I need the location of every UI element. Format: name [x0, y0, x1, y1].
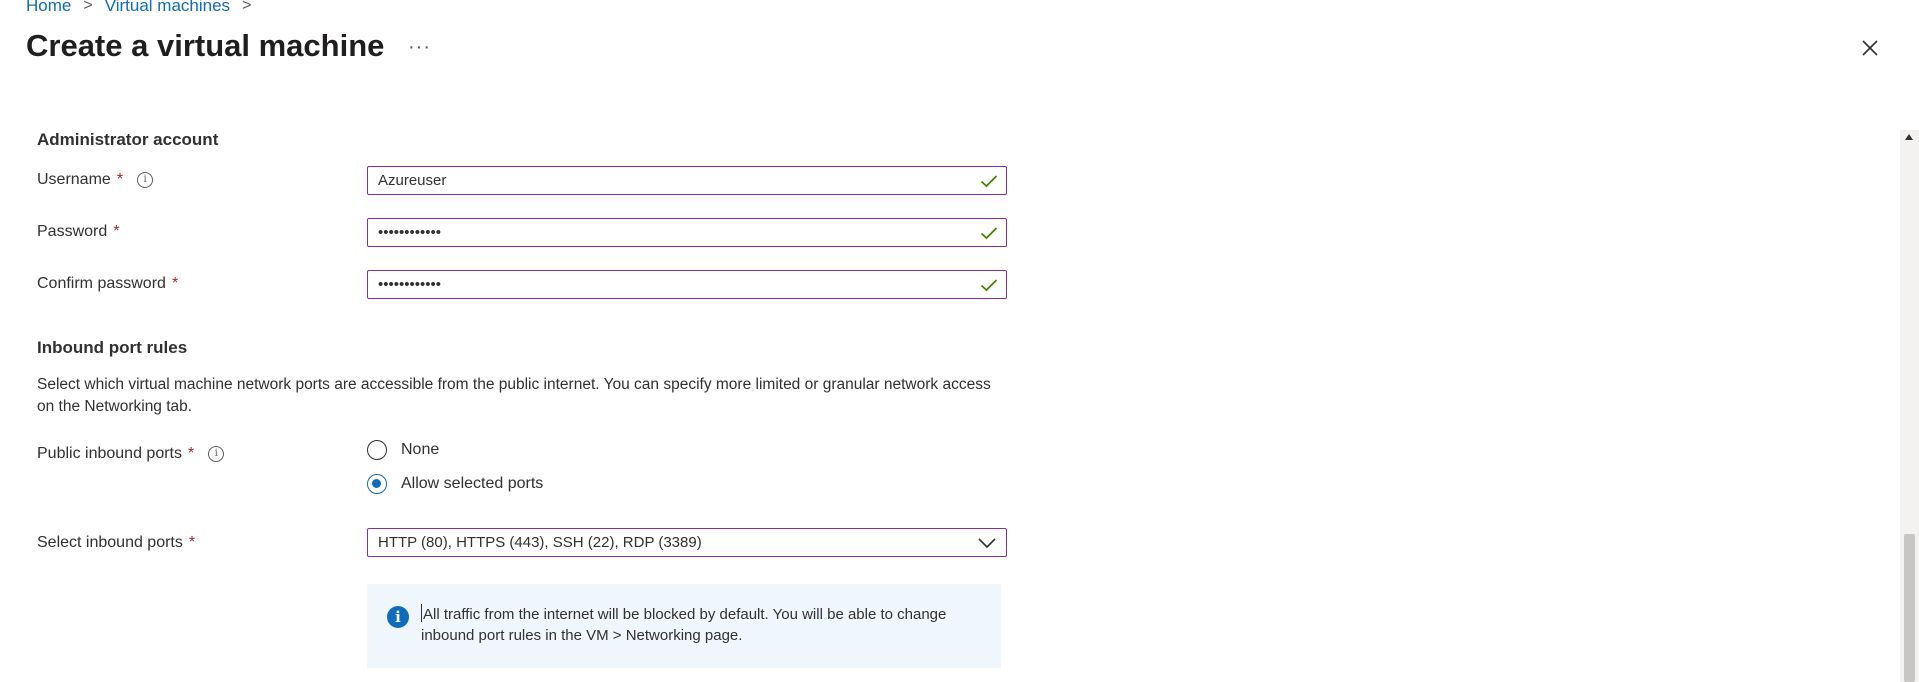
confirm-password-label: Confirm password * [37, 275, 178, 293]
select-inbound-ports-label-text: Select inbound ports [37, 534, 183, 551]
scroll-up-arrow-icon[interactable] [1905, 134, 1913, 140]
info-icon[interactable]: i [208, 446, 225, 462]
info-message-box: i All traffic from the internet will be … [367, 584, 1001, 668]
chevron-down-icon[interactable] [978, 537, 996, 549]
required-marker: * [113, 223, 120, 240]
public-inbound-ports-label: Public inbound ports * i [37, 445, 225, 463]
vertical-scrollbar[interactable] [1900, 130, 1919, 682]
required-marker: * [171, 275, 179, 292]
radio-allow-selected-ports-label: Allow selected ports [401, 475, 544, 492]
username-input[interactable] [368, 171, 980, 190]
public-inbound-ports-label-text: Public inbound ports [37, 445, 182, 462]
info-message-text: All traffic from the internet will be bl… [421, 606, 947, 644]
breadcrumb-virtual-machines-link[interactable]: Virtual machines [105, 0, 230, 16]
info-icon[interactable]: i [137, 172, 154, 188]
password-label-text: Password [37, 223, 108, 240]
inbound-port-rules-heading: Inbound port rules [37, 338, 188, 357]
radio-none-label: None [401, 441, 440, 458]
confirm-password-label-text: Confirm password [37, 275, 166, 292]
checkmark-icon [980, 174, 998, 187]
breadcrumb: Home > Virtual machines > [26, 0, 251, 16]
inbound-description: Select which virtual machine network por… [37, 376, 991, 415]
close-icon[interactable] [1858, 36, 1882, 60]
required-marker: * [188, 534, 196, 551]
confirm-password-input[interactable]: •••••••••••• [368, 276, 980, 293]
username-field[interactable] [367, 166, 1007, 195]
text-cursor [421, 604, 422, 622]
select-inbound-ports-label: Select inbound ports * [37, 534, 195, 552]
radio-allow-selected-ports[interactable]: Allow selected ports [367, 474, 543, 494]
username-label-text: Username [37, 171, 111, 188]
breadcrumb-separator: > [83, 0, 93, 14]
breadcrumb-home-link[interactable]: Home [26, 0, 71, 16]
required-marker: * [116, 171, 124, 188]
radio-allow-selected-ports-circle[interactable] [367, 474, 387, 494]
administrator-account-heading: Administrator account [37, 130, 219, 149]
select-inbound-ports-dropdown[interactable]: HTTP (80), HTTPS (443), SSH (22), RDP (3… [367, 528, 1007, 557]
radio-none[interactable]: None [367, 440, 439, 460]
scrollbar-thumb[interactable] [1904, 534, 1915, 682]
info-icon: i [387, 606, 409, 628]
select-inbound-ports-value: HTTP (80), HTTPS (443), SSH (22), RDP (3… [378, 534, 702, 551]
required-marker: * [187, 445, 195, 462]
checkmark-icon [980, 226, 998, 239]
page-title: Create a virtual machine [26, 28, 385, 63]
radio-none-circle[interactable] [367, 440, 387, 460]
password-input[interactable]: •••••••••••• [368, 224, 980, 241]
confirm-password-field[interactable]: •••••••••••• [367, 270, 1007, 299]
username-label: Username * i [37, 171, 154, 189]
password-label: Password * [37, 223, 119, 241]
checkmark-icon [980, 278, 998, 291]
more-options-icon[interactable]: ··· [408, 36, 431, 59]
breadcrumb-separator: > [242, 0, 252, 14]
password-field[interactable]: •••••••••••• [367, 218, 1007, 247]
